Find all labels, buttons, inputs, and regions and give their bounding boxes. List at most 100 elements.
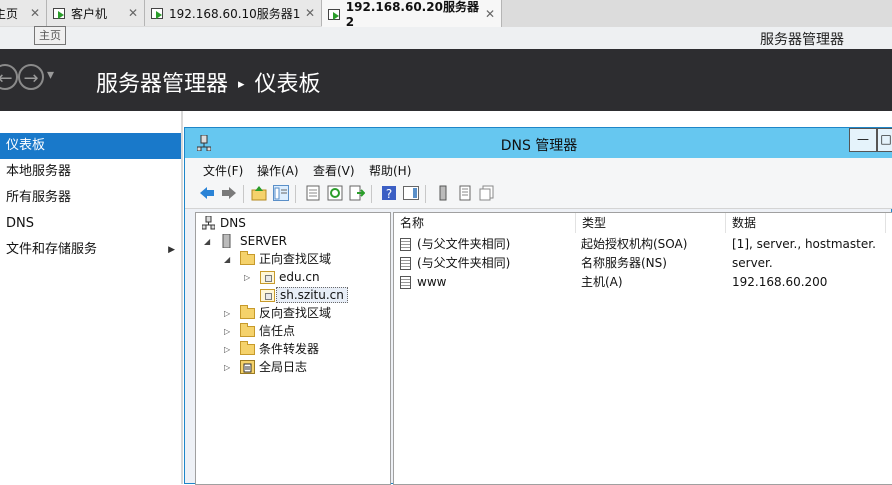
show-action-pane-icon[interactable]	[403, 185, 419, 201]
up-folder-icon[interactable]	[251, 185, 267, 201]
close-icon[interactable]: ✕	[30, 6, 40, 20]
tree-label: edu.cn	[279, 270, 320, 284]
help-icon[interactable]: ?	[381, 185, 397, 201]
minimize-button[interactable]: —	[849, 128, 877, 152]
menu-action[interactable]: 操作(A)	[257, 162, 299, 179]
menu-help[interactable]: 帮助(H)	[369, 162, 411, 179]
table-row[interactable]: (与父文件夹相同) 起始授权机构(SOA) [1], server., host…	[400, 235, 880, 253]
page-title: 仪表板	[254, 72, 321, 97]
record-data: 192.168.60.200	[732, 275, 828, 289]
refresh-icon[interactable]	[327, 185, 343, 201]
table-row[interactable]: www 主机(A) 192.168.60.200	[400, 273, 880, 291]
tree-label-selected: sh.szitu.cn	[276, 287, 348, 303]
tab-label: 192.168.60.10服务器1	[169, 6, 301, 21]
sidebar-item-label: DNS	[6, 216, 34, 231]
dns-tree-pane: DNS ◢ SERVER ◢ 正向查找区域 ▷ edu.cn sh.szitu.…	[195, 212, 391, 485]
tree-node-server[interactable]: ◢ SERVER	[202, 232, 287, 250]
sidebar-item-local-server[interactable]: 本地服务器	[0, 159, 181, 185]
close-icon[interactable]: ✕	[128, 6, 138, 20]
column-header-name[interactable]: 名称	[394, 213, 576, 233]
copy-records-icon[interactable]	[479, 185, 495, 201]
tree-node-dns[interactable]: DNS	[202, 214, 246, 232]
record-type: 主机(A)	[581, 275, 623, 289]
app-title: 服务器管理器	[760, 32, 844, 48]
record-name: www	[417, 275, 447, 289]
tree-node-trust-points[interactable]: ▷ 信任点	[222, 322, 295, 340]
tree-label: SERVER	[240, 234, 288, 248]
collapsed-icon[interactable]: ▷	[224, 341, 230, 359]
tab-label: 192.168.60.20服务器2	[345, 0, 479, 29]
record-type: 起始授权机构(SOA)	[581, 237, 688, 251]
collapsed-icon[interactable]: ▷	[224, 323, 230, 341]
tree-node-reverse-zones[interactable]: ▷ 反向查找区域	[222, 304, 331, 322]
server-manager-header: ← → ▾ 服务器管理器 ▸ 仪表板	[0, 49, 892, 111]
sidebar-item-all-servers[interactable]: 所有服务器	[0, 185, 181, 211]
folder-icon	[240, 341, 255, 355]
server-icon[interactable]	[435, 185, 451, 201]
record-data: server.	[732, 256, 773, 270]
tree-node-zone-sh-szitu-cn[interactable]: sh.szitu.cn	[242, 286, 348, 304]
column-header-data[interactable]: 数据	[726, 213, 886, 233]
tree-label: DNS	[220, 216, 246, 230]
breadcrumb-separator-icon: ▸	[238, 77, 245, 92]
tab-client[interactable]: 客户机 ✕	[47, 0, 145, 26]
history-dropdown-icon[interactable]: ▾	[47, 67, 54, 83]
sidebar-item-file-storage[interactable]: 文件和存储服务 ▶	[0, 237, 181, 263]
tab-server1[interactable]: 192.168.60.10服务器1 ✕	[145, 0, 322, 26]
record-icon	[400, 276, 411, 289]
menu-bar: 文件(F) 操作(A) 查看(V) 帮助(H)	[185, 158, 892, 180]
collapsed-icon[interactable]: ▷	[244, 269, 250, 287]
menu-view[interactable]: 查看(V)	[313, 162, 355, 179]
sidebar-item-dns[interactable]: DNS	[0, 211, 181, 237]
expanded-icon[interactable]: ◢	[224, 251, 230, 269]
tree-node-global-logs[interactable]: ▷ 全局日志	[222, 358, 307, 376]
menu-file[interactable]: 文件(F)	[203, 162, 243, 179]
collapsed-icon[interactable]: ▷	[224, 359, 230, 377]
tree-node-conditional-forwarders[interactable]: ▷ 条件转发器	[222, 340, 319, 358]
record-icon	[400, 257, 411, 270]
dns-window-titlebar[interactable]: DNS 管理器 — □	[185, 128, 892, 158]
tab-label: 客户机	[71, 6, 108, 21]
tab-home[interactable]: 主页 ✕	[0, 0, 47, 26]
table-row[interactable]: (与父文件夹相同) 名称服务器(NS) server.	[400, 254, 880, 272]
tree-label: 正向查找区域	[259, 252, 332, 266]
forward-arrow-icon[interactable]	[221, 185, 237, 201]
column-header-type[interactable]: 类型	[576, 213, 726, 233]
tooltip: 主页	[34, 26, 66, 45]
show-hide-tree-icon[interactable]	[273, 185, 289, 201]
tab-strip: 主页 ✕ 客户机 ✕ 192.168.60.10服务器1 ✕ 192.168.6…	[0, 0, 892, 29]
sidebar-item-dashboard[interactable]: 仪表板	[0, 133, 181, 159]
server-manager-titlebar: 服务器管理器	[0, 27, 892, 49]
close-icon[interactable]: ✕	[485, 7, 495, 21]
sidebar-divider	[181, 111, 183, 484]
vm-icon	[53, 7, 67, 19]
toolbar-separator	[371, 185, 372, 203]
dns-manager-window: DNS 管理器 — □ 文件(F) 操作(A) 查看(V) 帮助(H) ? DN…	[184, 127, 892, 485]
breadcrumb-root[interactable]: 服务器管理器	[96, 72, 228, 97]
back-button[interactable]: ←	[0, 64, 18, 90]
tab-label: 主页	[0, 6, 19, 21]
record-name: (与父文件夹相同)	[417, 237, 511, 251]
back-arrow-icon[interactable]	[199, 185, 215, 201]
tree-label: 反向查找区域	[259, 306, 332, 320]
dns-window-title: DNS 管理器	[500, 138, 578, 154]
maximize-button[interactable]: □	[877, 128, 892, 152]
toolbar-separator	[295, 185, 296, 203]
collapsed-icon[interactable]: ▷	[224, 305, 230, 323]
close-icon[interactable]: ✕	[305, 6, 315, 20]
tree-node-forward-zones[interactable]: ◢ 正向查找区域	[222, 250, 331, 268]
record-list-icon[interactable]	[457, 185, 473, 201]
records-list-pane: 名称 类型 数据 (与父文件夹相同) 起始授权机构(SOA) [1], serv…	[393, 212, 892, 485]
record-name: (与父文件夹相同)	[417, 256, 511, 270]
properties-icon[interactable]	[305, 185, 321, 201]
toolbar: ?	[185, 180, 892, 209]
sidebar-item-label: 文件和存储服务	[6, 242, 98, 257]
sidebar-item-label: 所有服务器	[6, 190, 72, 205]
toolbar-separator	[425, 185, 426, 203]
forward-button[interactable]: →	[18, 64, 44, 90]
tree-node-zone-edu-cn[interactable]: ▷ edu.cn	[242, 268, 320, 286]
svg-text:?: ?	[386, 187, 392, 201]
export-list-icon[interactable]	[349, 185, 365, 201]
expanded-icon[interactable]: ◢	[204, 233, 210, 251]
tab-server2[interactable]: 192.168.60.20服务器2 ✕	[322, 0, 502, 29]
